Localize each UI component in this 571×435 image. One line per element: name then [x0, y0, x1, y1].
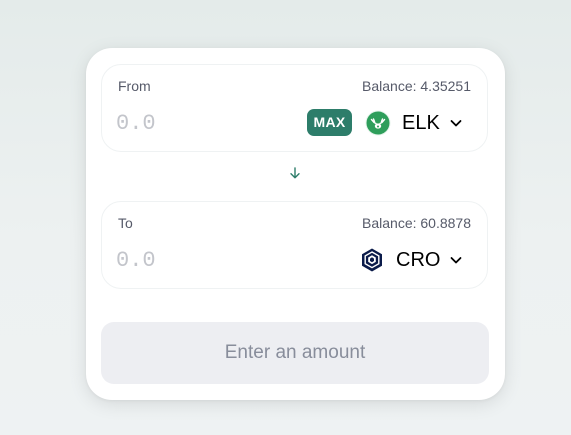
switch-direction-arrow[interactable]: [286, 166, 304, 184]
chevron-down-icon: [449, 253, 463, 267]
elk-icon: [365, 110, 391, 136]
to-token-symbol: CRO: [396, 248, 441, 271]
from-panel: From Balance: 4.35251 MAX ELK: [101, 64, 488, 152]
to-balance: Balance: 60.8878: [362, 215, 471, 231]
from-amount-input[interactable]: [116, 109, 266, 137]
from-token-select[interactable]: ELK: [365, 107, 463, 139]
cro-icon: [359, 247, 385, 273]
swap-card: From Balance: 4.35251 MAX ELK: [86, 48, 505, 400]
arrow-down-icon: [288, 166, 302, 185]
to-label: To: [118, 215, 133, 231]
to-panel: To Balance: 60.8878 CRO: [101, 201, 488, 289]
enter-amount-button[interactable]: Enter an amount: [101, 322, 489, 384]
to-amount-input[interactable]: [116, 246, 266, 274]
to-token-select[interactable]: CRO: [359, 244, 463, 276]
from-label: From: [118, 78, 151, 94]
chevron-down-icon: [449, 116, 463, 130]
from-balance: Balance: 4.35251: [362, 78, 471, 94]
max-button[interactable]: MAX: [307, 109, 352, 136]
from-token-symbol: ELK: [402, 111, 440, 134]
